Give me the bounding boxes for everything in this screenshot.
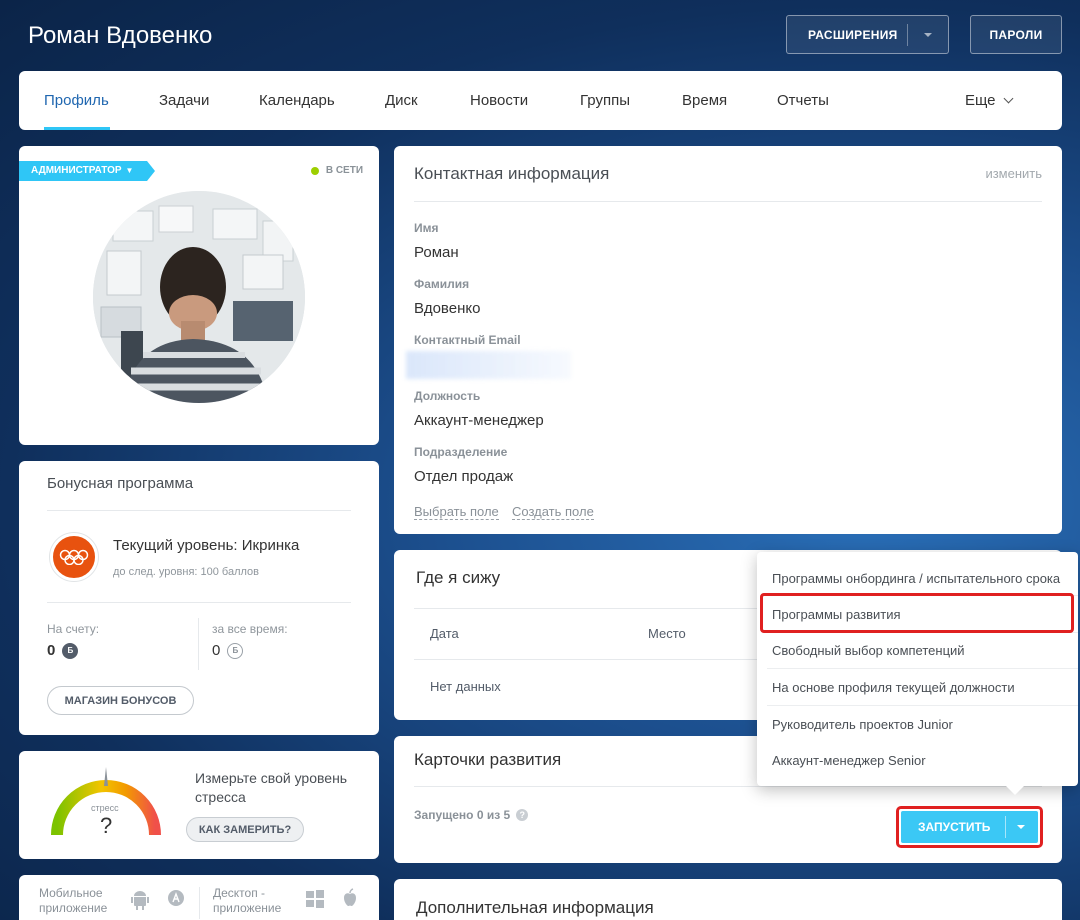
- tab-reports[interactable]: Отчеты: [777, 92, 829, 109]
- how-to-measure-button[interactable]: КАК ЗАМЕРИТЬ?: [186, 817, 304, 842]
- windows-icon[interactable]: [306, 890, 324, 913]
- chevron-down-icon[interactable]: [1017, 825, 1025, 829]
- launched-counter-text: Запущено 0 из 5: [414, 808, 511, 822]
- launch-dropdown-menu: Программы онбординга / испытательного ср…: [757, 552, 1078, 795]
- tab-time[interactable]: Время: [682, 92, 727, 109]
- field-value-last-name: Вдовенко: [414, 300, 481, 317]
- next-level-text: до след. уровня: 100 баллов: [113, 566, 260, 578]
- balance-value: 0Б: [47, 642, 79, 659]
- extensions-label: РАСШИРЕНИЯ: [808, 27, 898, 42]
- olympic-rings-icon: [50, 533, 98, 581]
- field-label-email: Контактный Email: [414, 333, 521, 347]
- total-amount: 0: [212, 642, 221, 659]
- profile-card: АДМИНИСТРАТОР ▼ В СЕТИ: [19, 146, 379, 445]
- contact-title: Контактная информация: [414, 164, 610, 183]
- field-label-last-name: Фамилия: [414, 277, 470, 291]
- menu-item-onboarding[interactable]: Программы онбординга / испытательного ср…: [772, 571, 1060, 586]
- tab-profile[interactable]: Профиль: [44, 92, 109, 109]
- tab-news[interactable]: Новости: [470, 92, 528, 109]
- dev-cards-title: Карточки развития: [414, 750, 562, 769]
- field-value-department: Отдел продаж: [414, 468, 514, 485]
- development-programs-highlight: [760, 593, 1074, 633]
- stress-text: Измерьте свой уровень стресса: [195, 770, 348, 805]
- balance-amount: 0: [47, 642, 56, 659]
- current-level: Текущий уровень: Икринка: [113, 537, 300, 554]
- field-value-position: Аккаунт-менеджер: [414, 412, 544, 429]
- page-title: Роман Вдовенко: [28, 22, 213, 49]
- tab-more[interactable]: Еще: [965, 92, 1013, 109]
- extra-info-title: Дополнительная информация: [416, 898, 654, 917]
- field-value-first-name: Роман: [414, 244, 459, 261]
- role-badge[interactable]: АДМИНИСТРАТОР ▼: [19, 161, 156, 181]
- gauge-label: стресс: [91, 803, 119, 813]
- mobile-app-label: Мобильное приложение: [39, 886, 108, 915]
- menu-item-free-competencies[interactable]: Свободный выбор компетенций: [772, 643, 965, 658]
- field-label-first-name: Имя: [414, 221, 439, 235]
- android-icon[interactable]: [131, 890, 149, 915]
- online-status-label: В СЕТИ: [325, 165, 363, 176]
- choose-field-link[interactable]: Выбрать поле: [414, 504, 499, 520]
- extra-info-card: Дополнительная информация: [394, 879, 1062, 920]
- role-badge-label: АДМИНИСТРАТОР: [31, 165, 122, 176]
- contact-card: Контактная информация изменить Имя Роман…: [394, 146, 1062, 534]
- email-value-redacted: [406, 351, 571, 379]
- app-store-icon[interactable]: [167, 889, 185, 912]
- gauge-value: ?: [100, 813, 113, 838]
- bonus-coin-icon: Б: [227, 642, 244, 659]
- bonus-title: Бонусная программа: [47, 475, 194, 492]
- seat-title: Где я сижу: [416, 568, 501, 587]
- empty-state: Нет данных: [430, 679, 501, 694]
- column-date: Дата: [430, 626, 459, 641]
- launch-button-label: ЗАПУСТИТЬ: [918, 820, 991, 834]
- stress-card: стресс ? Измерьте свой уровень стресса К…: [19, 751, 379, 859]
- balance-label: На счету:: [47, 622, 100, 636]
- avatar[interactable]: [93, 191, 305, 403]
- profile-nav: Профиль Задачи Календарь Диск Новости Гр…: [19, 71, 1062, 130]
- create-field-link[interactable]: Создать поле: [512, 504, 594, 520]
- active-tab-indicator: [44, 127, 110, 130]
- menu-item-project-manager-junior[interactable]: Руководитель проектов Junior: [772, 717, 953, 732]
- tab-groups[interactable]: Группы: [580, 92, 630, 109]
- chevron-down-icon: [1003, 93, 1013, 104]
- online-status: В СЕТИ: [310, 165, 363, 176]
- column-place: Место: [648, 626, 686, 641]
- bonus-card: Бонусная программа Текущий уровень: Икри…: [19, 461, 379, 735]
- more-label: Еще: [965, 92, 996, 109]
- menu-item-account-manager-senior[interactable]: Аккаунт-менеджер Senior: [772, 753, 926, 768]
- desktop-app-label: Десктоп - приложение: [213, 886, 282, 915]
- total-label: за все время:: [212, 622, 288, 636]
- menu-item-current-position-profile[interactable]: На основе профиля текущей должности: [772, 680, 1015, 695]
- field-label-department: Подразделение: [414, 445, 508, 459]
- chevron-down-icon[interactable]: [924, 33, 932, 37]
- passwords-button[interactable]: ПАРОЛИ: [970, 15, 1062, 54]
- bonus-coin-icon: Б: [62, 642, 79, 659]
- total-value: 0Б: [212, 642, 244, 659]
- avatar-photo: [93, 191, 305, 403]
- launch-button-highlight: ЗАПУСТИТЬ: [896, 806, 1043, 848]
- bonus-shop-button[interactable]: МАГАЗИН БОНУСОВ: [47, 686, 194, 715]
- edit-contact-link[interactable]: изменить: [985, 166, 1042, 181]
- tab-calendar[interactable]: Календарь: [259, 92, 335, 109]
- tab-tasks[interactable]: Задачи: [159, 92, 209, 109]
- apple-icon[interactable]: [341, 888, 359, 913]
- tab-disk[interactable]: Диск: [385, 92, 418, 109]
- field-label-position: Должность: [414, 389, 481, 403]
- launched-counter: Запущено 0 из 5?: [414, 808, 529, 822]
- launch-button[interactable]: ЗАПУСТИТЬ: [901, 811, 1038, 843]
- apps-card: Мобильное приложение Десктоп - приложени…: [19, 875, 379, 920]
- online-dot-icon: [310, 166, 319, 175]
- help-icon[interactable]: ?: [516, 809, 529, 821]
- chevron-down-icon: ▼: [125, 166, 134, 175]
- extensions-button[interactable]: РАСШИРЕНИЯ: [786, 15, 949, 54]
